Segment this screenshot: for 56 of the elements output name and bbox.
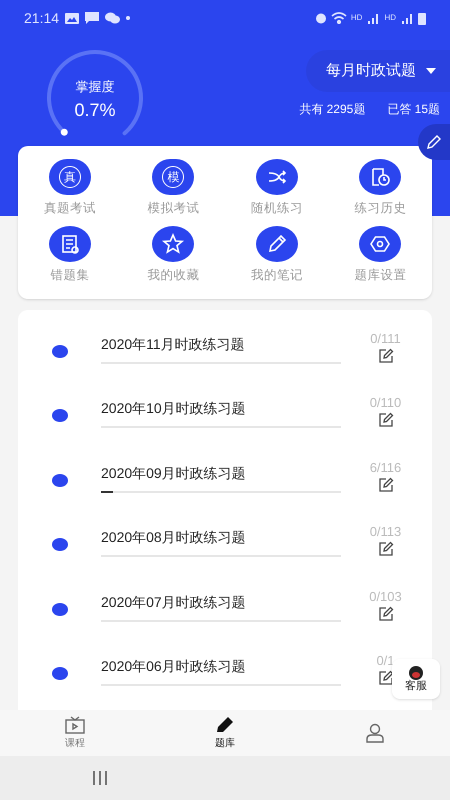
exercise-title[interactable]: 2020年10月时政练习题 (101, 394, 341, 418)
pencil-icon (427, 135, 441, 149)
edit-icon[interactable] (378, 606, 394, 622)
nav-tab[interactable]: 课程 (0, 710, 150, 756)
exercise-title[interactable]: 2020年09月时政练习题 (101, 458, 341, 482)
exercise-title[interactable]: 2020年07月时政练习题 (101, 588, 341, 612)
exercise-title[interactable]: 2020年08月时政练习题 (101, 523, 341, 547)
edit-icon[interactable] (378, 348, 394, 364)
exercise-count: 0/113 (370, 523, 402, 541)
person-icon (365, 723, 385, 743)
clock-time: 21:14 (24, 8, 60, 28)
edit-icon[interactable] (378, 412, 394, 428)
edit-icon[interactable] (378, 670, 394, 686)
exercise-count: 0/1 (376, 652, 395, 670)
hd-label: HD (350, 12, 362, 24)
edit-icon[interactable] (378, 476, 394, 492)
mastery-label: 掌握度 (76, 78, 114, 96)
recent-apps-icon[interactable] (92, 771, 108, 785)
wrong-icon (48, 226, 91, 262)
bank-selector[interactable]: 每月时政试题 (306, 50, 450, 92)
bullet-dot (52, 474, 68, 486)
bullet-dot (52, 538, 68, 551)
glyph-icon: 真 (48, 159, 91, 195)
pencil-icon (215, 716, 235, 734)
settings-icon (359, 226, 402, 262)
bullet-dot (52, 344, 68, 358)
wifi-icon (330, 12, 347, 24)
total-count: 共有 2295题 (299, 101, 366, 118)
support-bubble[interactable]: 客服 (392, 659, 440, 699)
nav-tab[interactable]: 题库 (150, 710, 300, 756)
exercise-count: 0/111 (370, 330, 401, 348)
caret-icon (426, 68, 436, 74)
shuffle-icon (256, 159, 298, 195)
history-icon (359, 159, 402, 195)
answered-count: 已答 15题 (387, 101, 440, 118)
battery-icon (418, 12, 426, 24)
edit-icon[interactable] (378, 541, 394, 557)
pencil-icon (256, 226, 298, 262)
bullet-dot (52, 409, 68, 422)
chat-icon (105, 12, 120, 24)
signal-icon (366, 12, 380, 24)
bullet-dot (52, 667, 68, 680)
signal-icon (400, 12, 414, 24)
exercise-title[interactable]: 2020年06月时政练习题 (101, 652, 341, 676)
exercise-count: 6/116 (370, 458, 402, 476)
bullet-dot (52, 602, 68, 616)
exercise-title[interactable]: 2020年11月时政练习题 (101, 330, 341, 354)
hd-label: HD (384, 12, 396, 24)
dot-icon (126, 16, 130, 20)
exercise-count: 0/103 (369, 588, 402, 606)
exercise-count: 0/110 (370, 394, 402, 412)
tv-icon (65, 716, 85, 734)
image-icon (65, 12, 80, 24)
glyph-icon: 模 (152, 159, 194, 195)
mastery-value: 0.7% (74, 98, 116, 122)
message-icon (85, 12, 100, 24)
